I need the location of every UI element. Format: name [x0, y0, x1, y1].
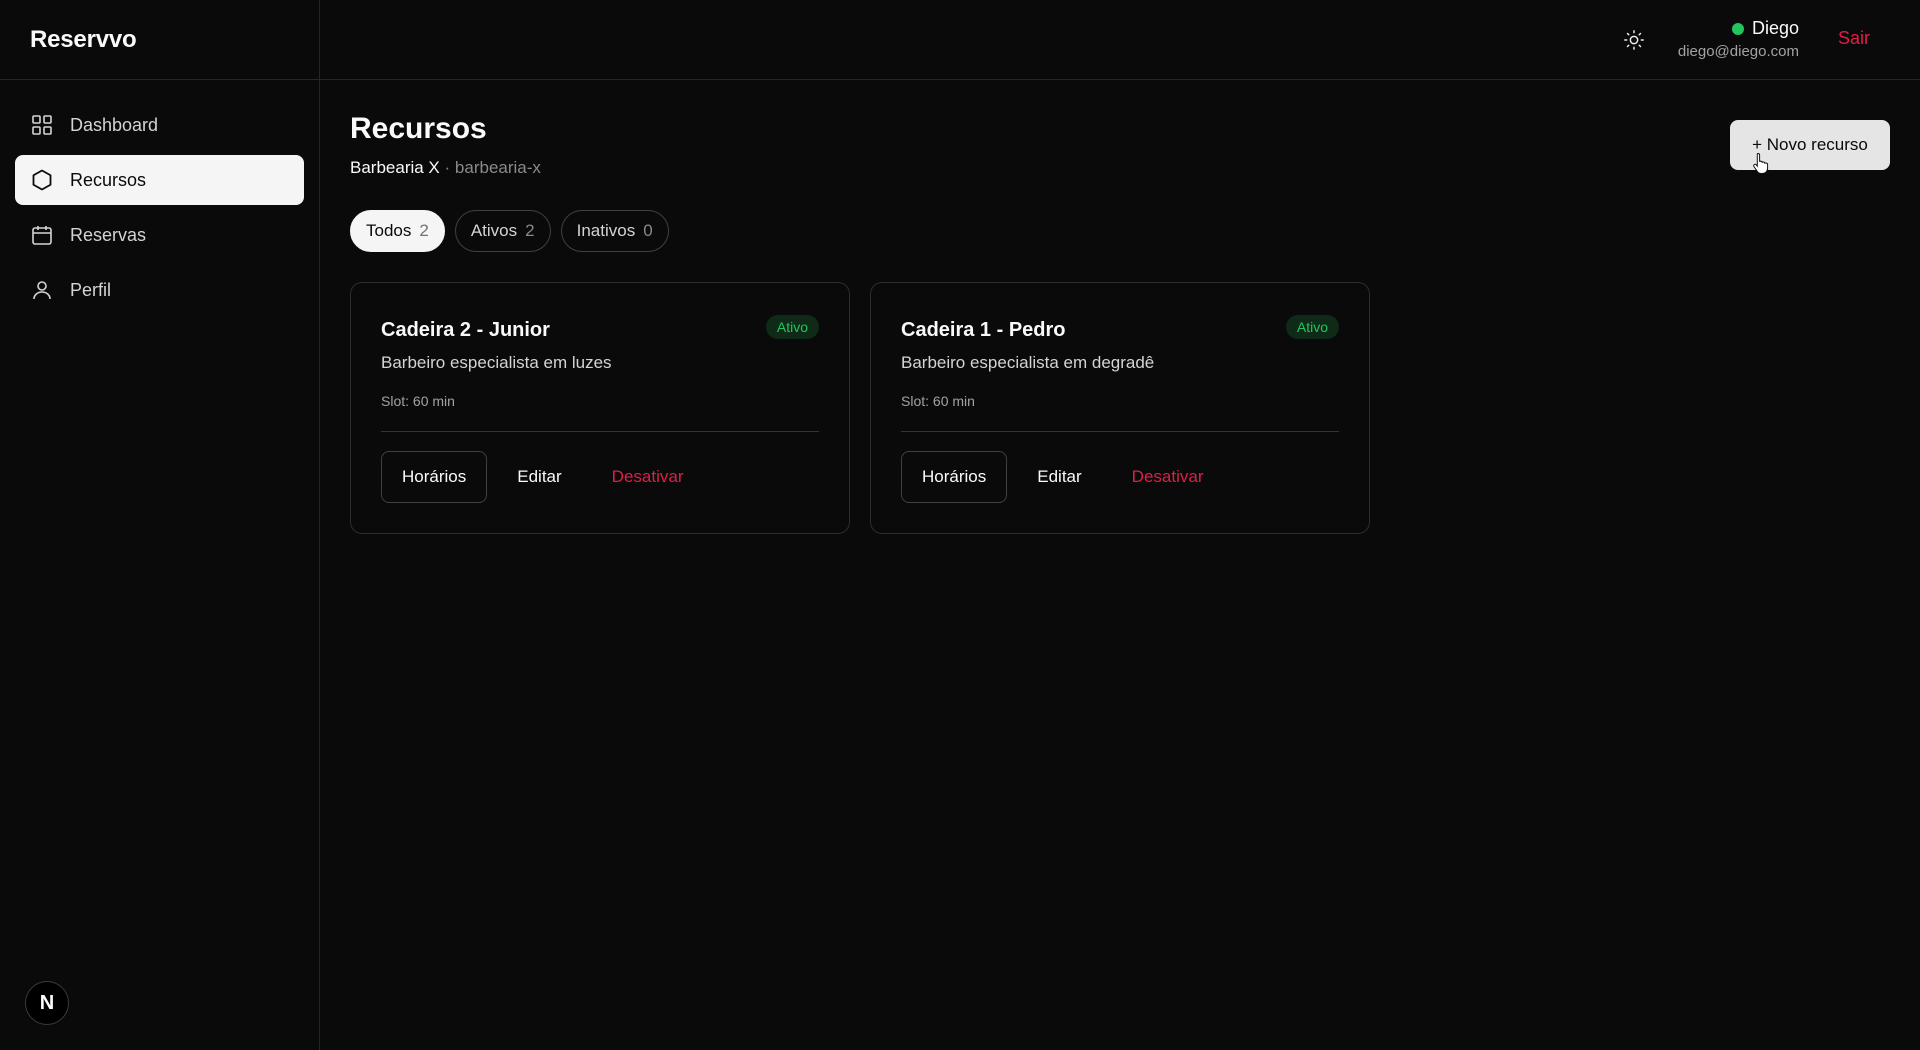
sidebar-item-reservas[interactable]: Reservas [15, 210, 304, 260]
status-badge: Ativo [765, 315, 819, 339]
subtitle-separator: · [444, 158, 451, 177]
dev-tools-badge[interactable]: N [25, 981, 69, 1025]
main-content: Recursos Barbearia X · barbearia-x + Nov… [350, 80, 1920, 1050]
card-divider [381, 431, 819, 432]
calendar-icon [32, 226, 52, 245]
filter-label: Ativos [470, 221, 518, 240]
resource-slot: Slot: 60 min [901, 393, 975, 409]
resource-description: Barbeiro especialista em degradê [901, 353, 1155, 372]
schedule-button[interactable]: Horários [901, 451, 1008, 503]
app-root: Reservvo Dashboard Recursos Reservas Per… [0, 0, 1920, 1050]
sidebar-item-label: Dashboard [70, 115, 159, 135]
filter-count: 2 [419, 221, 429, 240]
sidebar-item-label: Reservas [70, 225, 147, 245]
top-header: Diego diego@diego.com Sair [320, 0, 1920, 80]
hexagon-icon [32, 169, 52, 191]
resource-description: Barbeiro especialista em luzes [381, 353, 612, 372]
filter-count: 2 [525, 221, 535, 240]
deactivate-button[interactable]: Desativar [592, 451, 714, 503]
sidebar: Reservvo Dashboard Recursos Reservas Per… [0, 0, 320, 1050]
user-info: Diego diego@diego.com [1678, 18, 1799, 60]
pointer-cursor-icon [1753, 152, 1769, 174]
resource-title: Cadeira 2 - Junior [381, 319, 550, 341]
page-title: Recursos [350, 112, 487, 145]
filter-chip-ativos[interactable]: Ativos 2 [454, 210, 551, 252]
status-badge: Ativo [1285, 315, 1339, 339]
sidebar-nav: Dashboard Recursos Reservas Perfil [0, 80, 319, 335]
filter-count: 0 [643, 221, 653, 240]
deactivate-button[interactable]: Desativar [1112, 451, 1234, 503]
business-name: Barbearia X [350, 158, 440, 177]
filter-chip-todos[interactable]: Todos 2 [350, 210, 445, 252]
user-email: diego@diego.com [1677, 43, 1799, 60]
card-actions: Horários Editar Desativar [381, 451, 713, 503]
status-filters: Todos 2 Ativos 2 Inativos 0 [350, 210, 669, 252]
resource-card: Cadeira 2 - Junior Ativo Barbeiro especi… [350, 282, 850, 534]
sidebar-item-recursos[interactable]: Recursos [15, 155, 304, 205]
resource-card: Cadeira 1 - Pedro Ativo Barbeiro especia… [870, 282, 1370, 534]
sidebar-item-label: Perfil [70, 280, 112, 300]
resource-slot: Slot: 60 min [381, 393, 455, 409]
sidebar-item-perfil[interactable]: Perfil [15, 265, 304, 315]
schedule-button[interactable]: Horários [381, 451, 488, 503]
filter-label: Inativos [576, 221, 636, 240]
edit-button[interactable]: Editar [487, 451, 591, 503]
card-actions: Horários Editar Desativar [901, 451, 1233, 503]
user-icon [33, 281, 51, 300]
resource-cards: Cadeira 2 - Junior Ativo Barbeiro especi… [350, 282, 1370, 534]
business-slug: barbearia-x [454, 158, 541, 177]
business-subtitle: Barbearia X · barbearia-x [350, 158, 541, 178]
sun-icon [1624, 30, 1644, 50]
resource-title: Cadeira 1 - Pedro [901, 319, 1066, 341]
filter-chip-inativos[interactable]: Inativos 0 [560, 210, 669, 252]
card-divider [901, 431, 1339, 432]
user-name: Diego [1751, 18, 1799, 38]
grid-icon [32, 115, 52, 135]
sidebar-item-label: Recursos [70, 170, 147, 190]
sidebar-item-dashboard[interactable]: Dashboard [15, 100, 304, 150]
theme-toggle-button[interactable] [1620, 26, 1648, 54]
brand-logo[interactable]: Reservvo [0, 0, 319, 80]
online-status-dot [1731, 22, 1744, 35]
logout-button[interactable]: Sair [1838, 28, 1870, 49]
filter-label: Todos [366, 221, 412, 240]
edit-button[interactable]: Editar [1007, 451, 1111, 503]
